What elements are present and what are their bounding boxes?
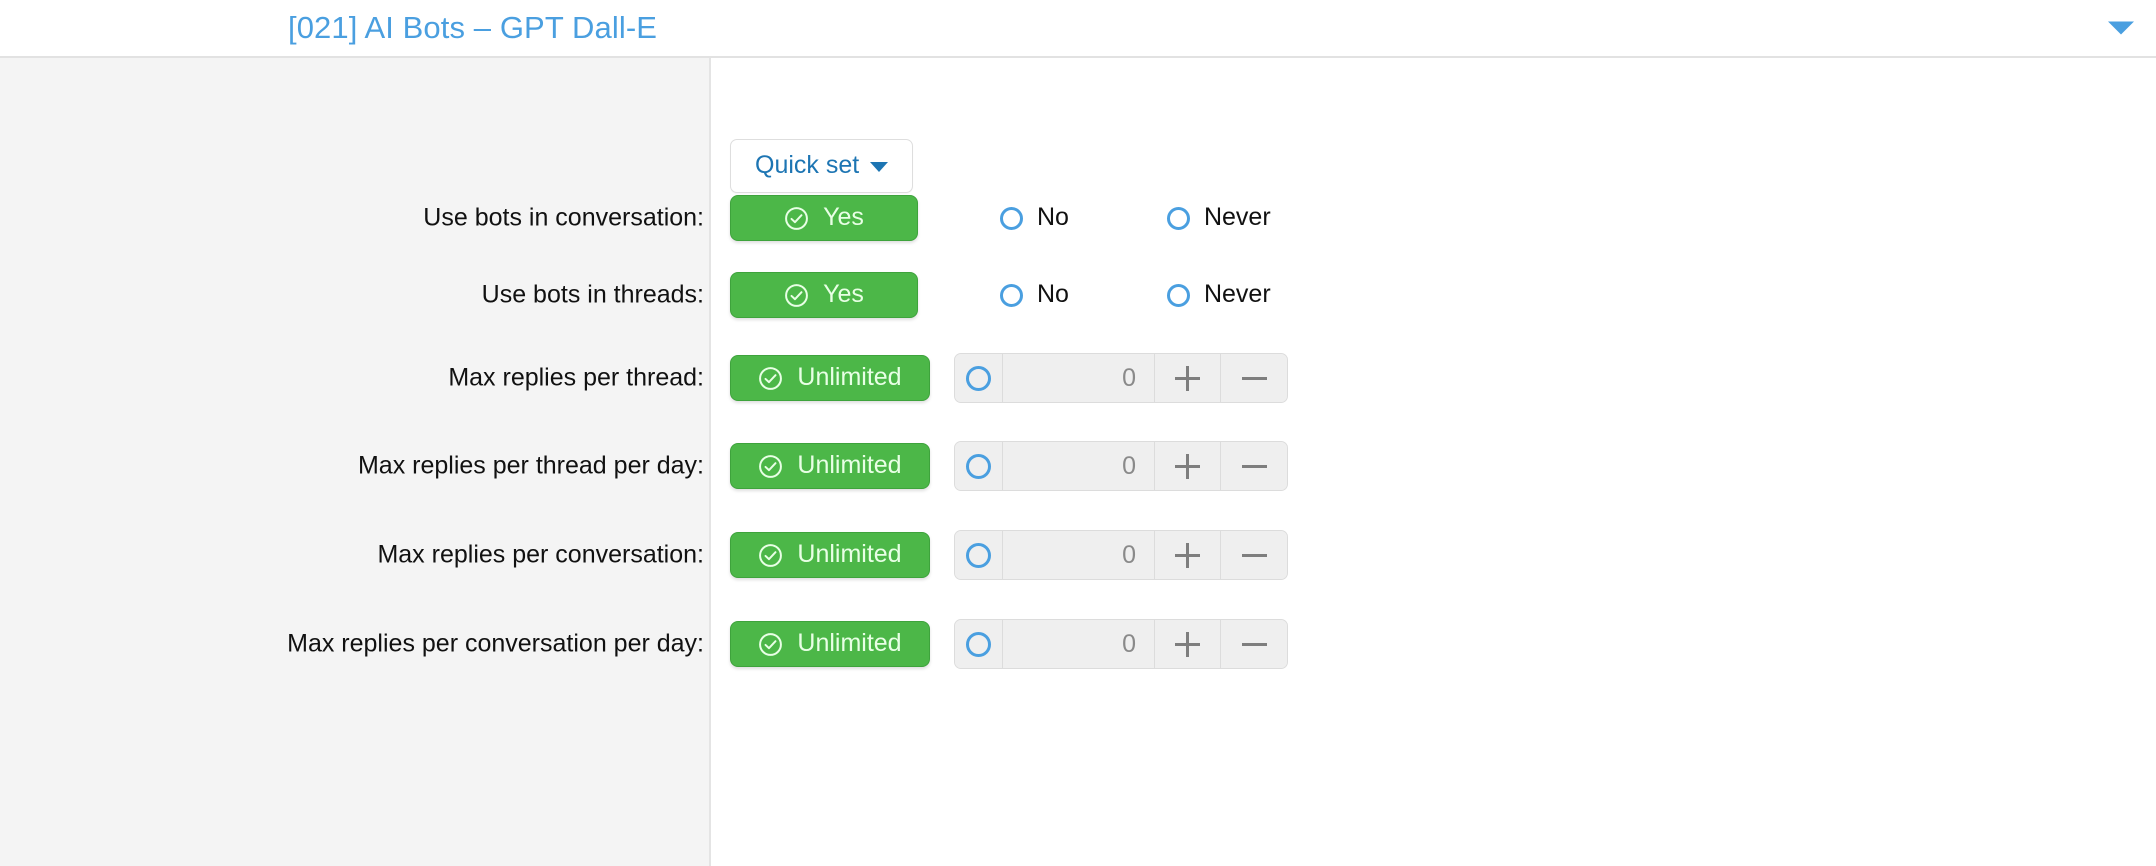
minus-icon: [1241, 632, 1267, 657]
unlimited-label: Unlimited: [797, 539, 902, 568]
stepper-value-field[interactable]: 0: [1003, 531, 1155, 579]
option-selected-label: Yes: [823, 202, 864, 231]
setting-controls: Unlimited 0: [730, 353, 1288, 403]
stepper-radio[interactable]: [955, 620, 1003, 668]
stepper-increment-button[interactable]: [1155, 620, 1221, 668]
setting-controls: Yes No Never: [730, 272, 1271, 318]
setting-label: Max replies per conversation per day:: [287, 629, 704, 658]
radio-unchecked-icon: [1166, 283, 1190, 307]
settings-body: Quick set Use bots in conversation: Yes …: [0, 58, 2156, 866]
stepper-decrement-button[interactable]: [1221, 620, 1287, 668]
chevron-down-icon[interactable]: [2108, 21, 2134, 35]
check-circle-icon: [759, 454, 783, 478]
setting-label: Max replies per thread per day:: [357, 451, 704, 480]
option-label: No: [1037, 202, 1069, 231]
quantity-stepper: 0: [954, 619, 1288, 669]
unlimited-label: Unlimited: [797, 628, 902, 657]
unlimited-button[interactable]: Unlimited: [730, 621, 930, 667]
unlimited-button[interactable]: Unlimited: [730, 532, 930, 578]
stepper-radio[interactable]: [955, 531, 1003, 579]
unlimited-button[interactable]: Unlimited: [730, 443, 930, 489]
option-no[interactable]: No: [1000, 202, 1069, 231]
stepper-value: 0: [1122, 363, 1136, 392]
stepper-radio[interactable]: [955, 354, 1003, 402]
setting-controls: Unlimited 0: [730, 441, 1288, 491]
setting-controls: Unlimited 0: [730, 530, 1288, 580]
stepper-increment-button[interactable]: [1155, 442, 1221, 490]
stepper-value: 0: [1122, 451, 1136, 480]
unlimited-label: Unlimited: [797, 362, 902, 391]
stepper-decrement-button[interactable]: [1221, 442, 1287, 490]
stepper-decrement-button[interactable]: [1221, 354, 1287, 402]
stepper-increment-button[interactable]: [1155, 531, 1221, 579]
check-circle-icon: [759, 632, 783, 656]
check-circle-icon: [759, 366, 783, 390]
quick-set-toolbar: Quick set: [730, 139, 914, 193]
radio-unchecked-icon: [1166, 206, 1190, 230]
option-never[interactable]: Never: [1166, 202, 1271, 231]
radio-unchecked-icon: [966, 453, 991, 479]
radio-unchecked-icon: [966, 542, 991, 568]
radio-unchecked-icon: [1000, 283, 1023, 307]
option-selected-button[interactable]: Yes: [730, 195, 918, 241]
plus-icon: [1175, 542, 1200, 568]
radio-unchecked-icon: [966, 631, 991, 657]
page-title[interactable]: [021] AI Bots – GPT Dall-E: [288, 10, 657, 46]
setting-controls: Unlimited 0: [730, 619, 1288, 669]
stepper-value-field[interactable]: 0: [1003, 620, 1155, 668]
stepper-value: 0: [1122, 540, 1136, 569]
window-header: [021] AI Bots – GPT Dall-E: [0, 0, 2156, 58]
setting-label: Use bots in threads:: [481, 280, 704, 309]
quick-set-button[interactable]: Quick set: [730, 139, 914, 193]
setting-label: Max replies per conversation:: [377, 540, 704, 569]
stepper-value-field[interactable]: 0: [1003, 354, 1155, 402]
minus-icon: [1241, 454, 1267, 479]
stepper-value: 0: [1122, 629, 1136, 658]
quantity-stepper: 0: [954, 353, 1288, 403]
stepper-value-field[interactable]: 0: [1003, 442, 1155, 490]
plus-icon: [1175, 453, 1200, 479]
option-selected-label: Yes: [823, 279, 864, 308]
quick-set-label: Quick set: [755, 151, 860, 179]
option-label: Never: [1203, 202, 1271, 231]
unlimited-button[interactable]: Unlimited: [730, 355, 930, 401]
radio-unchecked-icon: [1000, 206, 1023, 230]
option-no[interactable]: No: [1000, 279, 1069, 308]
setting-label: Use bots in conversation:: [423, 203, 704, 232]
minus-icon: [1241, 543, 1267, 568]
option-label: No: [1037, 279, 1069, 308]
unlimited-label: Unlimited: [797, 450, 902, 479]
check-circle-icon: [785, 283, 808, 307]
option-label: Never: [1203, 279, 1271, 308]
minus-icon: [1241, 366, 1267, 391]
stepper-increment-button[interactable]: [1155, 354, 1221, 402]
option-never[interactable]: Never: [1166, 279, 1271, 308]
radio-unchecked-icon: [966, 365, 991, 391]
plus-icon: [1175, 631, 1200, 657]
caret-down-icon: [870, 162, 889, 172]
plus-icon: [1175, 365, 1200, 391]
setting-label: Max replies per thread:: [448, 363, 704, 392]
stepper-radio[interactable]: [955, 442, 1003, 490]
stepper-decrement-button[interactable]: [1221, 531, 1287, 579]
quantity-stepper: 0: [954, 441, 1288, 491]
setting-controls: Yes No Never: [730, 195, 1271, 241]
quantity-stepper: 0: [954, 530, 1288, 580]
check-circle-icon: [759, 543, 783, 567]
option-selected-button[interactable]: Yes: [730, 272, 918, 318]
check-circle-icon: [785, 206, 808, 230]
